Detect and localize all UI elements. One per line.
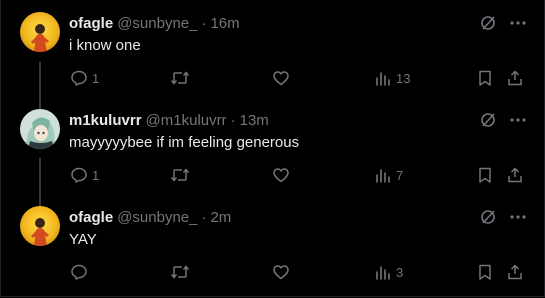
grok-icon[interactable] xyxy=(479,111,497,129)
anime-character-avatar xyxy=(20,109,60,149)
repost-button[interactable] xyxy=(170,165,194,185)
tweet[interactable]: ofagle @sunbyne_ · 16m i know one 1 13 xyxy=(0,0,545,97)
share-icon xyxy=(506,166,524,184)
avatar[interactable] xyxy=(20,109,60,149)
user-handle[interactable]: @sunbyne_ xyxy=(117,208,197,228)
tweet[interactable]: ofagle @sunbyne_ · 2m YAY 3 xyxy=(0,194,545,291)
views-icon xyxy=(374,69,392,87)
heart-icon xyxy=(272,166,290,184)
more-icon[interactable] xyxy=(509,208,527,226)
repost-button[interactable] xyxy=(170,262,194,282)
tweet-text: mayyyyybee if im feeling generous xyxy=(69,134,300,151)
tweet-text: YAY xyxy=(69,231,97,248)
heart-icon xyxy=(272,263,290,281)
avatar[interactable] xyxy=(20,206,60,246)
timestamp[interactable]: 16m xyxy=(210,14,239,34)
repost-icon xyxy=(170,166,190,184)
user-handle[interactable]: @m1kuluvrr xyxy=(146,111,227,131)
golden-figure-avatar xyxy=(20,12,60,52)
separator-dot: · xyxy=(201,15,207,32)
repost-icon xyxy=(170,263,190,281)
bookmark-button[interactable] xyxy=(476,68,494,88)
bookmark-icon xyxy=(476,263,494,281)
share-icon xyxy=(506,69,524,87)
action-bar: 1 7 xyxy=(0,165,545,185)
reply-count: 1 xyxy=(92,167,100,183)
share-icon xyxy=(506,263,524,281)
timestamp[interactable]: 13m xyxy=(240,111,269,131)
avatar[interactable] xyxy=(20,12,60,52)
share-button[interactable] xyxy=(506,68,524,88)
view-count: 3 xyxy=(396,264,404,280)
reply-icon xyxy=(70,263,88,281)
heart-icon xyxy=(272,69,290,87)
bookmark-button[interactable] xyxy=(476,262,494,282)
separator-dot: · xyxy=(230,112,236,129)
views-icon xyxy=(374,166,392,184)
action-bar: 3 xyxy=(0,262,545,282)
separator-dot: · xyxy=(201,209,207,226)
reply-icon xyxy=(70,69,88,87)
bookmark-icon xyxy=(476,69,494,87)
display-name[interactable]: ofagle xyxy=(69,208,113,228)
display-name[interactable]: ofagle xyxy=(69,14,113,34)
action-bar: 1 13 xyxy=(0,68,545,88)
like-button[interactable] xyxy=(272,165,294,185)
timestamp[interactable]: 2m xyxy=(210,208,231,228)
more-icon[interactable] xyxy=(509,14,527,32)
like-button[interactable] xyxy=(272,262,294,282)
grok-icon[interactable] xyxy=(479,14,497,32)
like-button[interactable] xyxy=(272,68,294,88)
views-button[interactable]: 7 xyxy=(374,165,403,185)
reply-button[interactable]: 1 xyxy=(70,68,99,88)
share-button[interactable] xyxy=(506,262,524,282)
golden-figure-avatar xyxy=(20,206,60,246)
reply-button[interactable] xyxy=(70,262,92,282)
views-button[interactable]: 13 xyxy=(374,68,410,88)
tweet-text: i know one xyxy=(69,37,141,54)
more-icon[interactable] xyxy=(509,111,527,129)
reply-button[interactable]: 1 xyxy=(70,165,99,185)
grok-icon[interactable] xyxy=(479,208,497,226)
bookmark-icon xyxy=(476,166,494,184)
bookmark-button[interactable] xyxy=(476,165,494,185)
view-count: 13 xyxy=(396,70,411,86)
repost-icon xyxy=(170,69,190,87)
user-handle[interactable]: @sunbyne_ xyxy=(117,14,197,34)
reply-count: 1 xyxy=(92,70,100,86)
view-count: 7 xyxy=(396,167,404,183)
tweet[interactable]: m1kuluvrr @m1kuluvrr · 13m mayyyyybee if… xyxy=(0,97,545,194)
share-button[interactable] xyxy=(506,165,524,185)
views-button[interactable]: 3 xyxy=(374,262,403,282)
reply-icon xyxy=(70,166,88,184)
repost-button[interactable] xyxy=(170,68,194,88)
display-name[interactable]: m1kuluvrr xyxy=(69,111,142,131)
views-icon xyxy=(374,263,392,281)
